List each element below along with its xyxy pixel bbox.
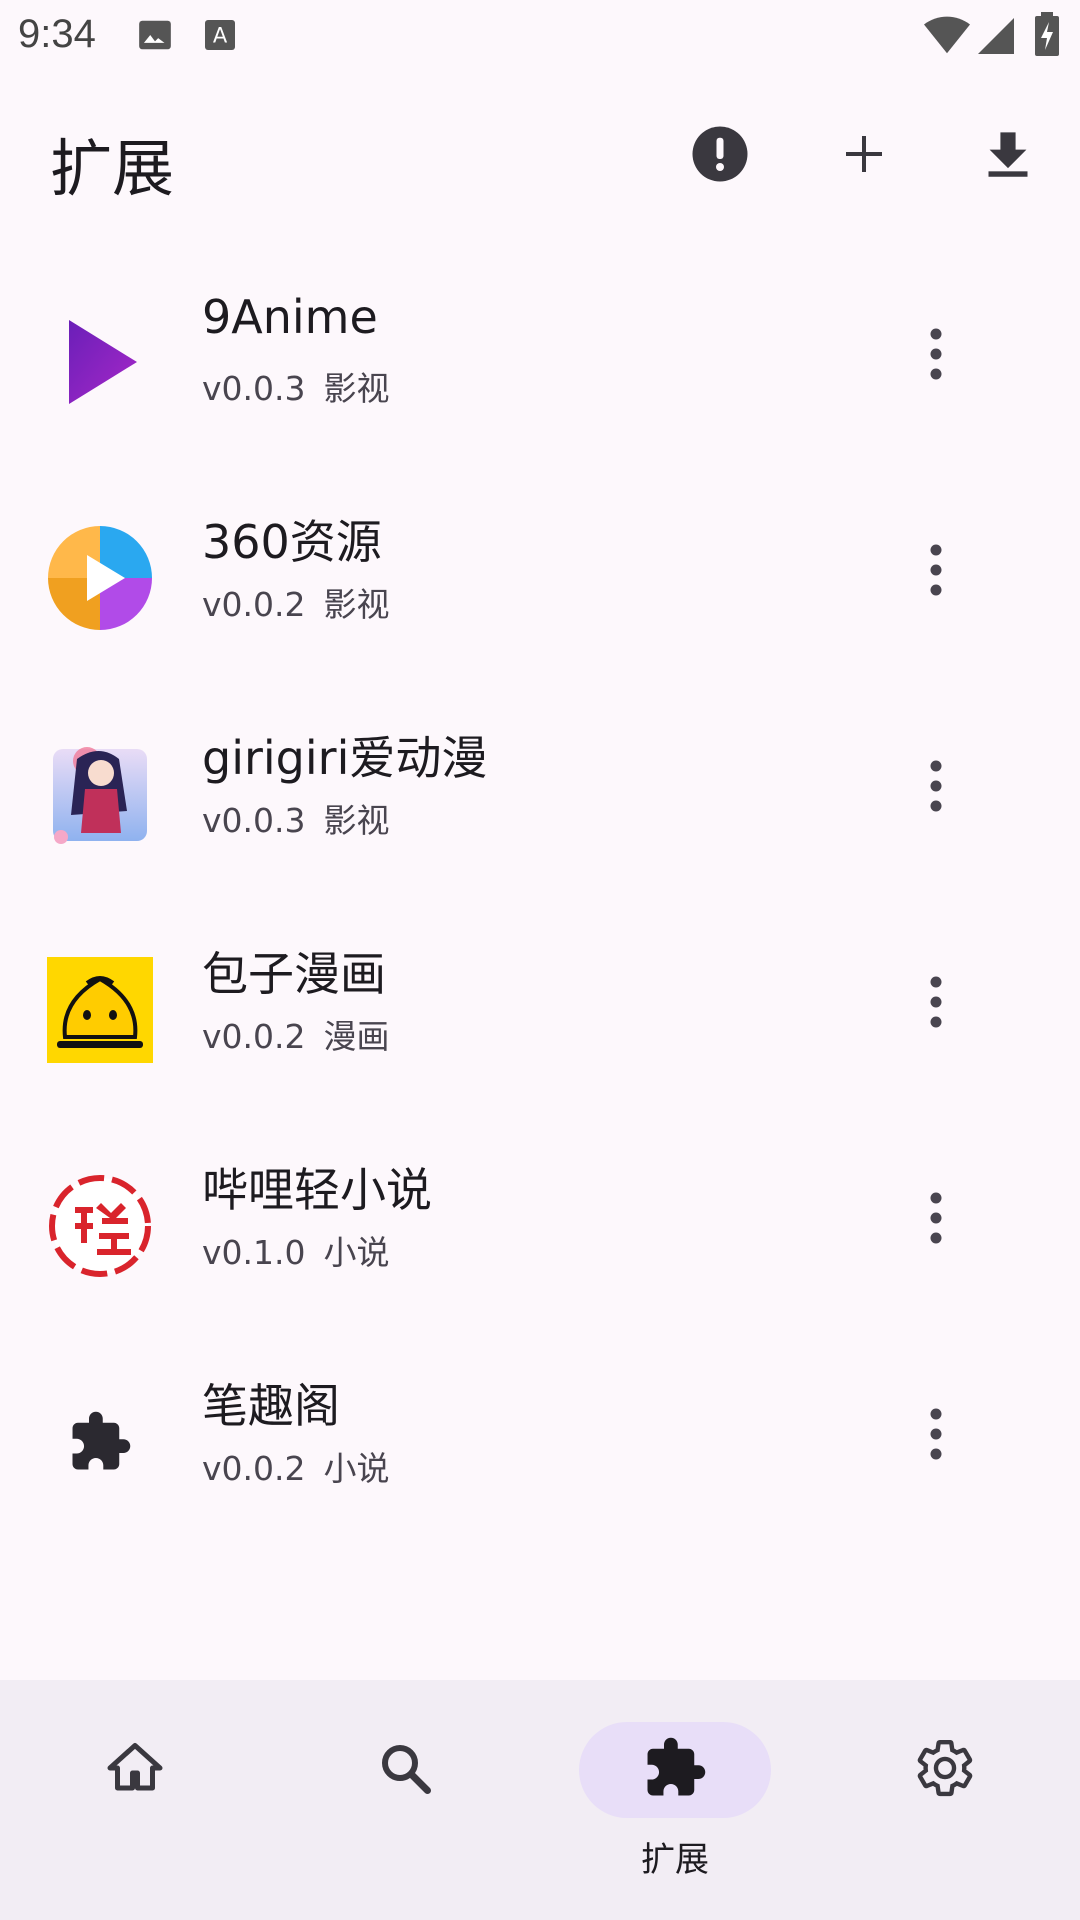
page-title: 扩展 bbox=[50, 132, 175, 205]
more-options-button[interactable] bbox=[900, 1400, 972, 1472]
add-icon bbox=[840, 130, 888, 182]
extension-meta: v0.0.2 影视 bbox=[202, 578, 390, 626]
text-a-icon: A bbox=[202, 16, 238, 58]
more-options-button[interactable] bbox=[900, 320, 972, 392]
more-vert-icon bbox=[928, 1192, 944, 1248]
image-icon bbox=[136, 16, 174, 58]
extension-category: 小说 bbox=[323, 1449, 390, 1488]
wifi-icon bbox=[924, 16, 970, 60]
alert-icon bbox=[690, 124, 750, 188]
puzzle-icon bbox=[642, 1735, 708, 1805]
extension-meta: v0.0.3 影视 bbox=[202, 794, 390, 842]
extension-category: 影视 bbox=[323, 801, 390, 840]
extension-item[interactable]: 9Anime v0.0.3 影视 bbox=[0, 260, 1080, 476]
play-triangle-icon bbox=[47, 309, 153, 415]
extension-version: v0.0.3 bbox=[202, 369, 306, 408]
extension-meta: v0.0.2 小说 bbox=[202, 1442, 390, 1490]
extension-item[interactable]: 包子漫画 v0.0.2 漫画 bbox=[0, 908, 1080, 1124]
settings-icon bbox=[914, 1737, 976, 1803]
more-vert-icon bbox=[928, 328, 944, 384]
svg-text:A: A bbox=[213, 24, 228, 48]
more-options-button[interactable] bbox=[900, 1184, 972, 1256]
search-icon bbox=[375, 1738, 435, 1802]
extension-meta: v0.0.3 影视 bbox=[202, 362, 390, 410]
extension-meta: v0.0.2 漫画 bbox=[202, 1010, 390, 1058]
extension-category: 漫画 bbox=[323, 1017, 390, 1056]
extension-item[interactable]: 360资源 v0.0.2 影视 bbox=[0, 476, 1080, 692]
nav-indicator-active bbox=[579, 1722, 771, 1818]
more-vert-icon bbox=[928, 760, 944, 816]
extension-version: v0.0.2 bbox=[202, 1017, 306, 1056]
download-button[interactable] bbox=[972, 120, 1044, 192]
more-options-button[interactable] bbox=[900, 536, 972, 608]
screen: 9:34 A 扩展 9Anime v0.0.3 影视 360资源 v0.0.2 … bbox=[0, 0, 1080, 1920]
extension-version: v0.0.2 bbox=[202, 585, 306, 624]
extension-name: 哔哩轻小说 bbox=[202, 1163, 432, 1217]
download-icon bbox=[982, 126, 1034, 186]
app-bar: 扩展 bbox=[0, 96, 1080, 216]
extension-name: 包子漫画 bbox=[202, 947, 386, 1001]
bun-icon bbox=[47, 957, 153, 1063]
light-novel-icon bbox=[47, 1173, 153, 1279]
more-vert-icon bbox=[928, 1408, 944, 1464]
status-time: 9:34 bbox=[18, 12, 96, 56]
extension-category: 小说 bbox=[323, 1233, 390, 1272]
nav-label: 扩展 bbox=[641, 1840, 709, 1880]
more-vert-icon bbox=[928, 544, 944, 600]
extension-list: 9Anime v0.0.3 影视 360资源 v0.0.2 影视 girigir… bbox=[0, 260, 1080, 1556]
more-options-button[interactable] bbox=[900, 968, 972, 1040]
home-icon bbox=[105, 1738, 165, 1802]
nav-indicator bbox=[309, 1722, 501, 1818]
extension-item[interactable]: 哔哩轻小说 v0.1.0 小说 bbox=[0, 1124, 1080, 1340]
extension-version: v0.0.2 bbox=[202, 1449, 306, 1488]
nav-extensions[interactable]: 扩展 bbox=[540, 1680, 810, 1920]
battery-charging-icon bbox=[1034, 12, 1060, 60]
extension-item[interactable]: girigiri爱动漫 v0.0.3 影视 bbox=[0, 692, 1080, 908]
add-extension-button[interactable] bbox=[828, 120, 900, 192]
extension-version: v0.0.3 bbox=[202, 801, 306, 840]
more-vert-icon bbox=[928, 976, 944, 1032]
extension-name: 9Anime bbox=[202, 290, 378, 344]
bottom-navigation: 扩展 bbox=[0, 1680, 1080, 1920]
extension-category: 影视 bbox=[323, 585, 390, 624]
extension-meta: v0.1.0 小说 bbox=[202, 1226, 390, 1274]
signal-icon bbox=[978, 16, 1014, 60]
extension-version: v0.1.0 bbox=[202, 1233, 306, 1272]
status-bar: 9:34 A bbox=[0, 0, 1080, 72]
alert-button[interactable] bbox=[684, 120, 756, 192]
extension-category: 影视 bbox=[323, 369, 390, 408]
nav-indicator bbox=[39, 1722, 231, 1818]
extension-name: 笔趣阁 bbox=[202, 1379, 340, 1433]
extension-name: girigiri爱动漫 bbox=[202, 731, 488, 785]
puzzle-icon bbox=[47, 1389, 153, 1495]
extension-item[interactable]: 笔趣阁 v0.0.2 小说 bbox=[0, 1340, 1080, 1556]
extension-name: 360资源 bbox=[202, 515, 382, 569]
360-play-icon bbox=[47, 525, 153, 631]
more-options-button[interactable] bbox=[900, 752, 972, 824]
nav-settings[interactable] bbox=[810, 1680, 1080, 1920]
nav-indicator bbox=[849, 1722, 1041, 1818]
anime-girl-icon bbox=[47, 741, 153, 847]
nav-home[interactable] bbox=[0, 1680, 270, 1920]
nav-search[interactable] bbox=[270, 1680, 540, 1920]
